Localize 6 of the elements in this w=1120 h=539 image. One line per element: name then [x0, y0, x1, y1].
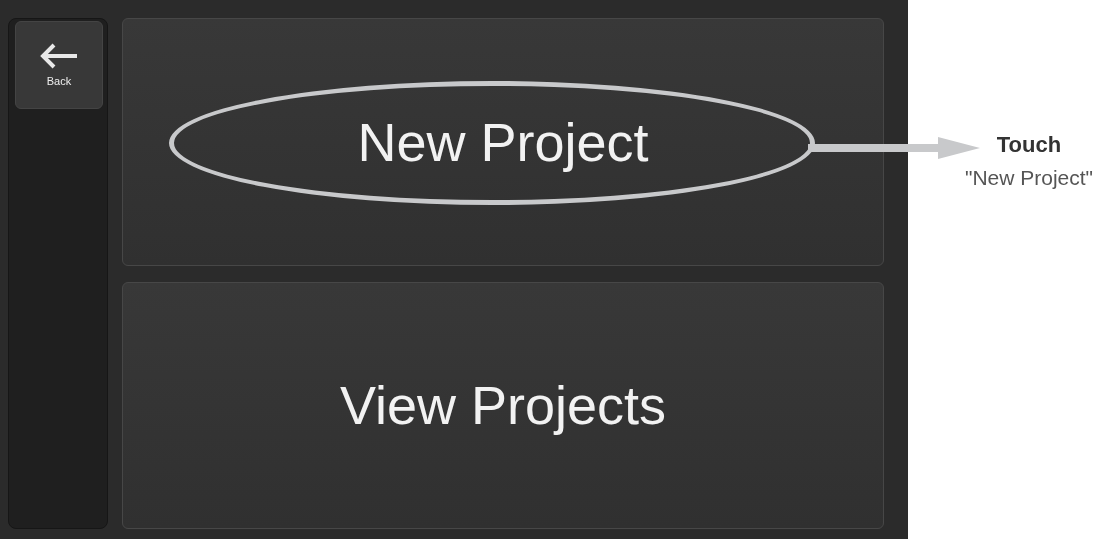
menu-button[interactable]: New Project: [122, 18, 884, 266]
callout-action: Touch: [996, 132, 1062, 158]
callout-target: "New Project": [964, 166, 1094, 190]
menu-button[interactable]: View Projects: [122, 281, 884, 529]
back-button[interactable]: Back: [15, 21, 103, 109]
back-arrow-icon: [39, 43, 79, 69]
